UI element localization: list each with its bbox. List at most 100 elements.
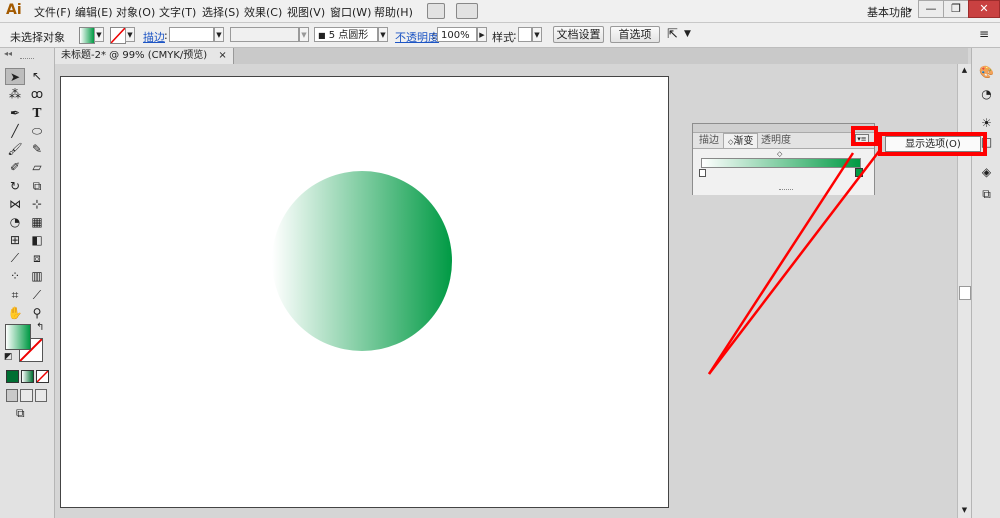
color-mode-icon[interactable] — [6, 370, 19, 383]
slice-tool-icon[interactable]: ⟋ — [27, 287, 47, 304]
draw-normal-icon[interactable] — [6, 389, 19, 402]
isolate-object-icon[interactable]: ⇱ — [667, 27, 678, 42]
pencil-tool-icon[interactable]: ✎ — [27, 141, 47, 158]
appearance-panel-icon[interactable]: ☀ — [978, 115, 995, 131]
close-window-button[interactable]: ✕ — [968, 0, 1000, 18]
magic-wand-tool-icon[interactable]: ⁂ — [5, 86, 25, 103]
bridge-icon[interactable] — [427, 3, 445, 19]
isolate-dropdown-icon[interactable]: ▼ — [684, 29, 691, 39]
shape-builder-tool-icon[interactable]: ◔ — [5, 214, 25, 231]
panel-title-bar[interactable] — [693, 124, 874, 133]
perspective-grid-tool-icon[interactable]: ▦ — [27, 214, 47, 231]
ellipse-tool-icon[interactable]: ⬭ — [27, 123, 47, 140]
menu-select[interactable]: 选择(S) — [202, 4, 240, 20]
menu-help[interactable]: 帮助(H) — [374, 4, 413, 20]
stroke-swatch[interactable] — [110, 27, 126, 44]
free-transform-tool-icon[interactable]: ⊹ — [27, 196, 47, 213]
paintbrush-tool-icon[interactable]: 🖌 — [5, 141, 25, 158]
tab-transparency[interactable]: 透明度 — [757, 133, 795, 148]
minimize-button[interactable]: — — [918, 0, 944, 18]
gradient-stop-start[interactable] — [699, 169, 706, 177]
panel-resize-grip[interactable] — [779, 189, 793, 190]
menu-object[interactable]: 对象(O) — [116, 4, 155, 20]
brush-dropdown-icon[interactable]: ▼ — [378, 27, 388, 42]
menu-file[interactable]: 文件(F) — [34, 4, 71, 20]
pen-tool-icon[interactable]: ✒ — [5, 105, 25, 122]
artboards-panel-icon[interactable]: ⧉ — [978, 186, 995, 202]
panel-menu-icon[interactable]: ≡ — [979, 27, 989, 41]
stroke-label[interactable]: 描边 — [143, 29, 165, 45]
stroke-dropdown-icon[interactable]: ▼ — [125, 27, 135, 42]
width-tool-icon[interactable]: ⋈ — [5, 196, 25, 213]
style-swatch[interactable] — [518, 27, 532, 42]
menu-view[interactable]: 视图(V) — [287, 4, 325, 20]
scroll-thumb[interactable] — [959, 286, 971, 300]
gradient-slider[interactable] — [701, 158, 861, 168]
color-guide-icon[interactable]: ◔ — [978, 86, 995, 102]
eyedropper-tool-icon[interactable]: ⟋ — [5, 250, 25, 267]
hand-tool-icon[interactable]: ✋ — [5, 305, 25, 322]
fill-dropdown-icon[interactable]: ▼ — [94, 27, 104, 42]
opacity-dropdown-icon[interactable]: ▶ — [477, 27, 487, 42]
brush-field[interactable]: ■ 5 点圆形 — [314, 27, 378, 42]
menu-item-highlight — [878, 132, 987, 156]
workspace-switcher[interactable]: 基本功能 — [867, 4, 911, 20]
menu-effect[interactable]: 效果(C) — [244, 4, 282, 20]
artboard[interactable] — [60, 76, 669, 508]
gradient-circle[interactable] — [272, 171, 452, 351]
close-tab-icon[interactable]: × — [218, 50, 226, 61]
line-tool-icon[interactable]: ╱ — [5, 123, 25, 140]
variable-width-dropdown-icon[interactable]: ▼ — [299, 27, 309, 42]
default-fill-stroke-icon[interactable]: ◩ — [4, 352, 13, 362]
lasso-tool-icon[interactable]: ꝏ — [27, 86, 47, 103]
scroll-down-icon[interactable]: ▼ — [958, 506, 971, 516]
style-label: 样式 — [492, 31, 514, 44]
artboard-tool-icon[interactable]: ⌗ — [5, 287, 25, 304]
gradient-mode-icon[interactable] — [21, 370, 34, 383]
swap-fill-stroke-icon[interactable]: ↰ — [36, 322, 44, 333]
midpoint-diamond-icon[interactable]: ◇ — [777, 150, 782, 158]
gradient-tool-icon[interactable]: ◧ — [27, 232, 47, 249]
blob-brush-tool-icon[interactable]: ✐ — [5, 159, 25, 176]
menu-window[interactable]: 窗口(W) — [330, 4, 371, 20]
arrange-documents-icon[interactable] — [456, 3, 478, 19]
fill-swatch[interactable] — [79, 27, 95, 44]
color-panel-icon[interactable]: 🎨 — [978, 64, 995, 80]
preferences-button[interactable]: 首选项 — [610, 26, 660, 43]
tab-gradient[interactable]: ◇渐变 — [723, 133, 759, 149]
stroke-weight-field[interactable] — [169, 27, 214, 42]
direct-selection-tool-icon[interactable]: ↖ — [27, 68, 47, 85]
menu-type[interactable]: 文字(T) — [159, 4, 196, 20]
symbol-sprayer-tool-icon[interactable]: ⁘ — [5, 268, 25, 285]
scale-tool-icon[interactable]: ⧉ — [27, 178, 47, 195]
scroll-up-icon[interactable]: ▲ — [958, 66, 971, 76]
none-mode-icon[interactable] — [36, 370, 49, 383]
collapse-tools-icon[interactable]: ◂◂ — [4, 49, 12, 58]
gradient-stop-end[interactable] — [855, 168, 863, 177]
selection-tool-icon[interactable]: ➤ — [5, 68, 25, 85]
opacity-field[interactable]: 100% — [437, 27, 477, 42]
menu-edit[interactable]: 编辑(E) — [75, 4, 113, 20]
mesh-tool-icon[interactable]: ⊞ — [5, 232, 25, 249]
zoom-tool-icon[interactable]: ⚲ — [27, 305, 47, 322]
draw-behind-icon[interactable] — [20, 389, 33, 402]
document-tab[interactable]: 未标题-2* @ 99% (CMYK/预览) × — [55, 48, 234, 64]
eraser-tool-icon[interactable]: ▱ — [27, 159, 47, 176]
draw-inside-icon[interactable] — [34, 389, 47, 402]
workspace-dropdown-icon[interactable]: ▾ — [908, 6, 912, 15]
document-setup-button[interactable]: 文档设置 — [553, 26, 604, 43]
stroke-weight-dropdown-icon[interactable]: ▼ — [214, 27, 224, 42]
style-dropdown-icon[interactable]: ▼ — [532, 27, 542, 42]
blend-tool-icon[interactable]: ⧈ — [27, 250, 47, 267]
fill-color-box[interactable] — [5, 324, 31, 350]
tab-stroke[interactable]: 描边 — [695, 133, 723, 148]
artboard-art — [272, 171, 452, 351]
layers-panel-icon[interactable]: ◈ — [978, 164, 995, 180]
restore-button[interactable]: ❐ — [943, 0, 969, 18]
column-graph-tool-icon[interactable]: ▥ — [27, 268, 47, 285]
screen-mode-icon[interactable]: ⧉ — [16, 406, 25, 421]
selection-status: 未选择对象 — [10, 31, 65, 44]
rotate-tool-icon[interactable]: ↻ — [5, 178, 25, 195]
type-tool-icon[interactable]: T — [27, 105, 47, 122]
variable-width-field[interactable] — [230, 27, 299, 42]
